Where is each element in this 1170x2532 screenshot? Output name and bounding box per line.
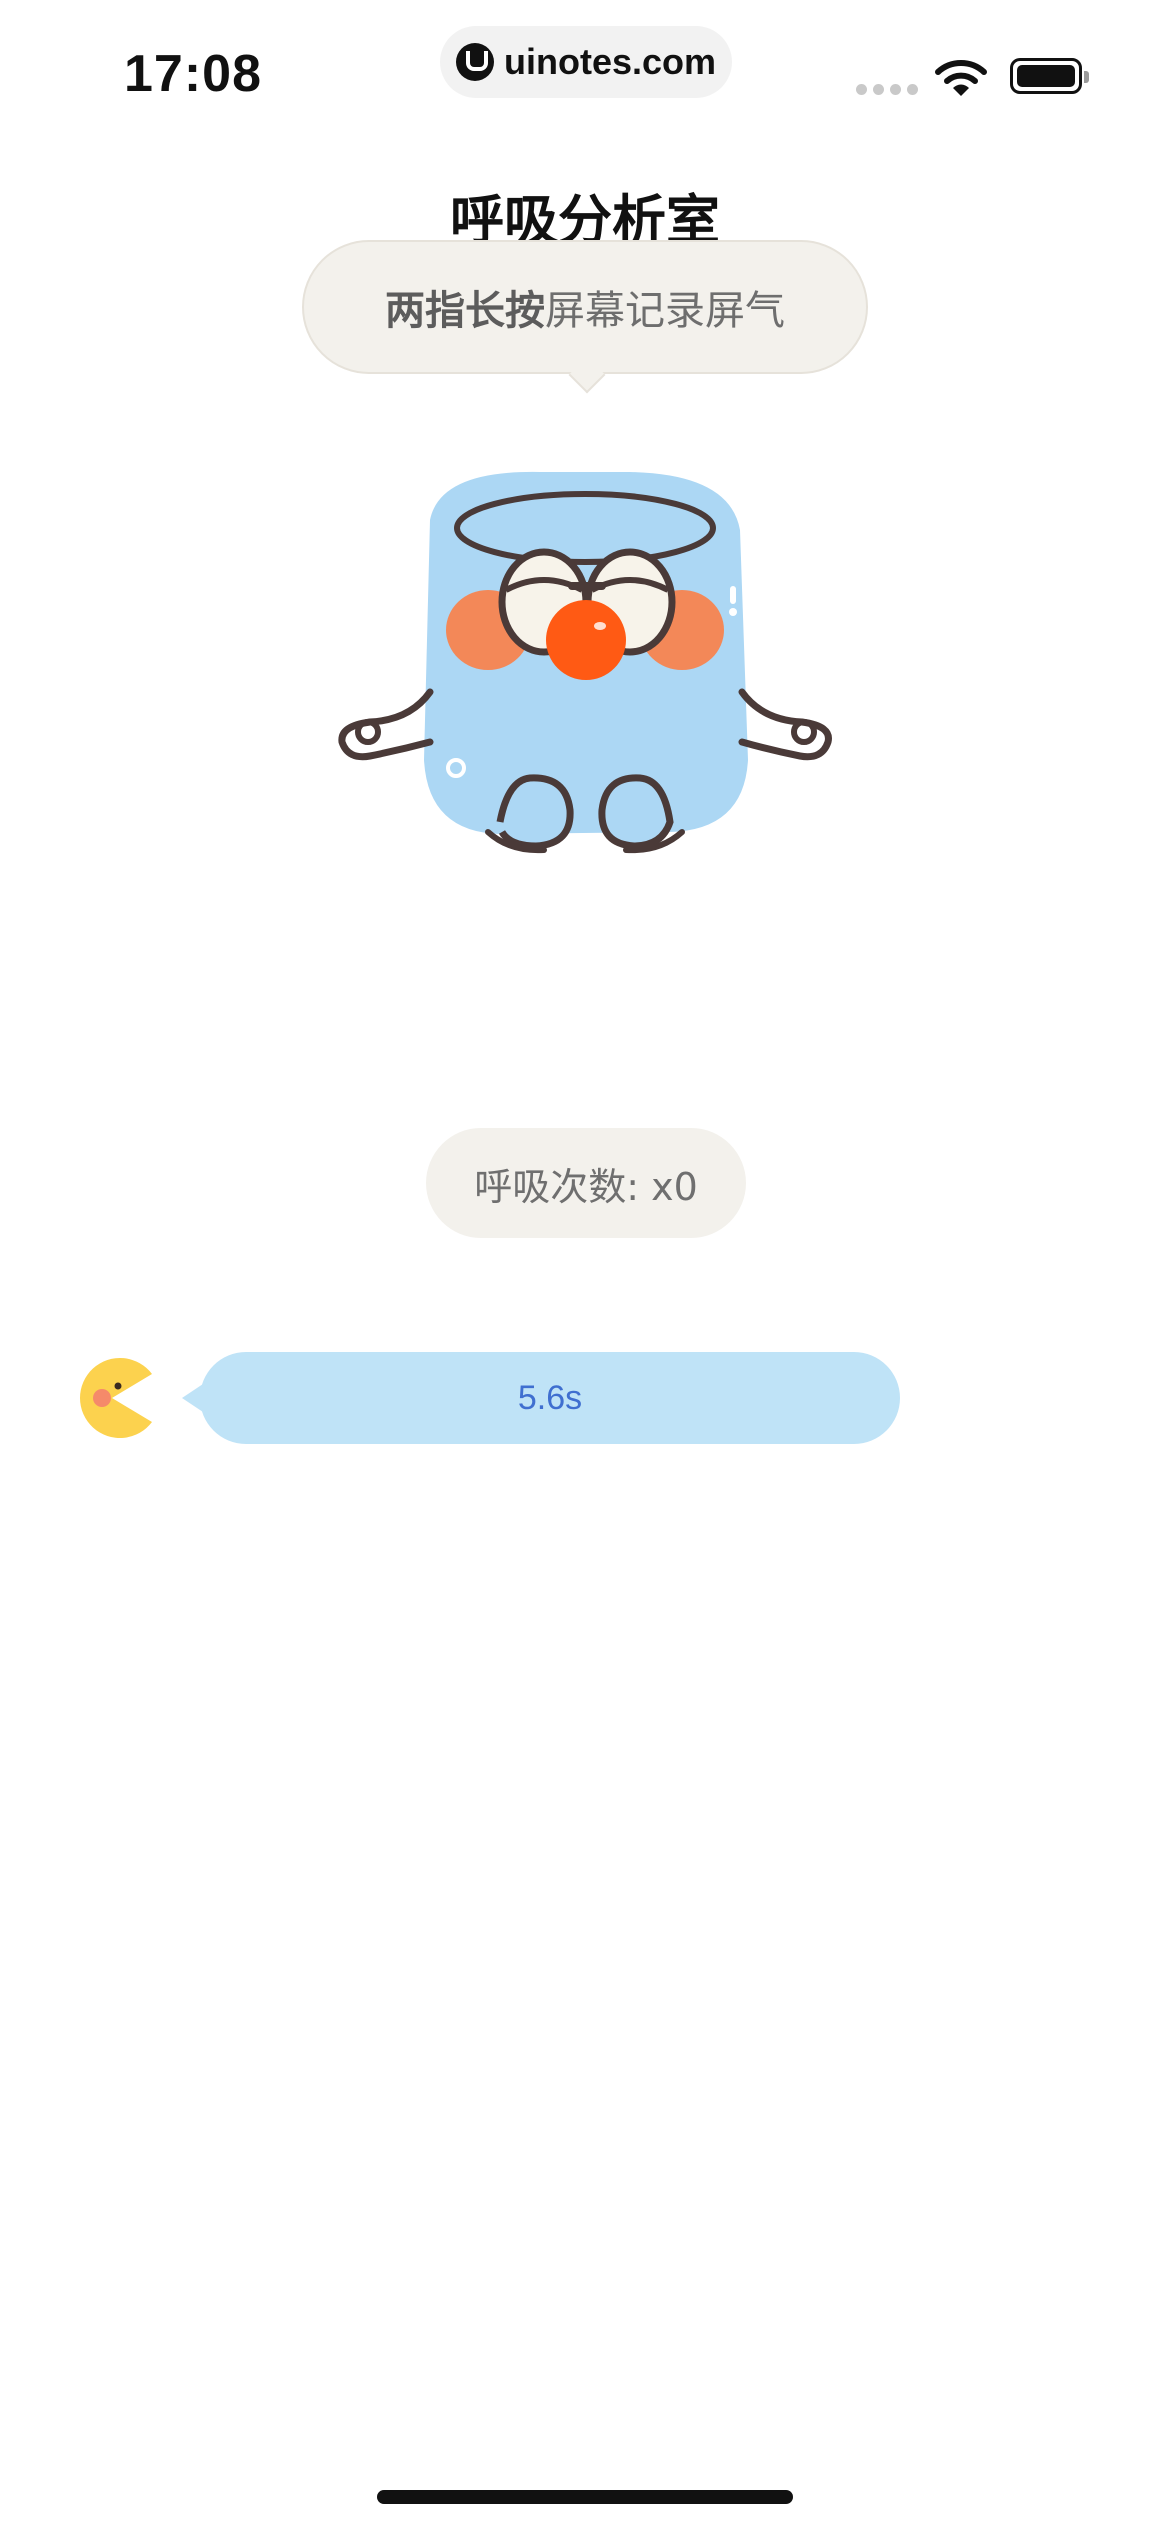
hint-text: 屏幕记录屏气 <box>545 288 785 334</box>
url-pill[interactable]: uinotes.com <box>440 26 732 98</box>
timer-bubble: 5.6s <box>182 1352 900 1444</box>
hint-strong-text: 两指长按 <box>385 288 545 334</box>
site-logo-icon <box>455 43 494 81</box>
pacman-chick-icon <box>79 1358 152 1438</box>
breath-count-pill: 呼吸次数: x0 <box>426 1128 746 1238</box>
signal-dots-icon <box>856 84 918 95</box>
status-bar: 17:08 uinotes.com <box>0 0 1170 150</box>
status-time: 17:08 <box>124 45 262 103</box>
battery-icon <box>1010 58 1089 94</box>
home-indicator[interactable] <box>377 2490 793 2504</box>
url-text: uinotes.com <box>503 41 717 82</box>
mascot-illustration[interactable] <box>330 460 840 880</box>
wifi-icon <box>935 60 987 96</box>
hint-bubble: 两指长按 屏幕记录屏气 <box>302 240 868 374</box>
